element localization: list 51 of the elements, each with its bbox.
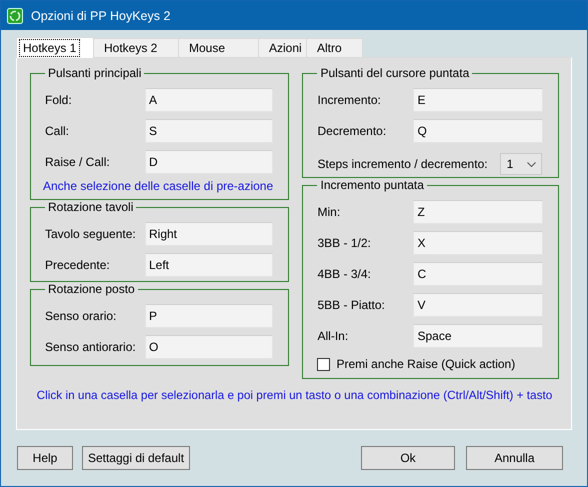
- field-label: Min:: [317, 204, 342, 218]
- note-text: Anche selezione delle caselle di pre-azione: [43, 179, 274, 193]
- app-icon: [7, 8, 23, 24]
- tab[interactable]: Azioni: [258, 38, 307, 57]
- field-label: Decremento:: [317, 124, 388, 138]
- checkbox[interactable]: [317, 358, 330, 370]
- input-field[interactable]: Z: [413, 200, 544, 224]
- input-field[interactable]: O: [145, 334, 273, 358]
- input-field[interactable]: S: [145, 118, 273, 142]
- tab[interactable]: Altro: [306, 38, 363, 57]
- input-field[interactable]: X: [413, 230, 544, 254]
- help-button[interactable]: Help: [17, 446, 73, 470]
- tab[interactable]: Mouse: [178, 38, 259, 57]
- tab[interactable]: Hotkeys 2: [93, 38, 179, 57]
- field-label: Fold:: [45, 92, 73, 106]
- window-title: Opzioni di PP HoyKeys 2: [31, 8, 170, 22]
- input-field[interactable]: D: [145, 150, 273, 174]
- field-label: Raise / Call:: [45, 154, 111, 168]
- field-label: 3BB - 1/2:: [317, 236, 372, 250]
- field-label: Incremento:: [317, 92, 382, 106]
- field-label: All-In:: [317, 328, 350, 342]
- hint-text: Click in una casella per selezionarla e poi premi un tasto o una combinazione (Ctrl/Alt/Shift) + tasto: [36, 388, 554, 402]
- field-label: Call:: [45, 124, 70, 138]
- input-field[interactable]: Right: [145, 222, 273, 246]
- group-title: Rotazione posto: [47, 282, 136, 296]
- chevron-down-icon: [526, 162, 536, 166]
- field-label: Senso orario:: [45, 308, 118, 322]
- input-field[interactable]: P: [145, 304, 273, 328]
- group-title: Pulsanti del cursore puntata: [319, 66, 470, 80]
- field-label: Steps incremento / decremento:: [317, 157, 488, 171]
- group-title: Rotazione tavoli: [47, 200, 134, 214]
- field-label: Precedente:: [45, 258, 111, 272]
- default-settings-button[interactable]: Settaggi di default: [82, 446, 190, 470]
- input-field[interactable]: Left: [145, 252, 273, 276]
- cancel-button[interactable]: Annulla: [466, 446, 563, 470]
- input-field[interactable]: V: [413, 292, 544, 316]
- group-title: Incremento puntata: [319, 178, 425, 192]
- input-field[interactable]: C: [413, 262, 544, 286]
- ok-button[interactable]: Ok: [361, 446, 455, 470]
- dropdown[interactable]: 1: [500, 153, 542, 175]
- input-field[interactable]: Q: [413, 118, 544, 142]
- input-field[interactable]: A: [145, 88, 273, 112]
- tab[interactable]: Hotkeys 1: [16, 37, 94, 58]
- field-label: Senso antiorario:: [45, 340, 137, 354]
- field-label: Tavolo seguente:: [45, 226, 137, 240]
- input-field[interactable]: Space: [413, 324, 544, 348]
- checkbox-label: Premi anche Raise (Quick action): [336, 357, 516, 371]
- field-label: 4BB - 3/4:: [317, 266, 372, 280]
- input-field[interactable]: E: [413, 88, 544, 112]
- group-title: Pulsanti principali: [47, 66, 142, 80]
- field-label: 5BB - Piatto:: [317, 298, 386, 312]
